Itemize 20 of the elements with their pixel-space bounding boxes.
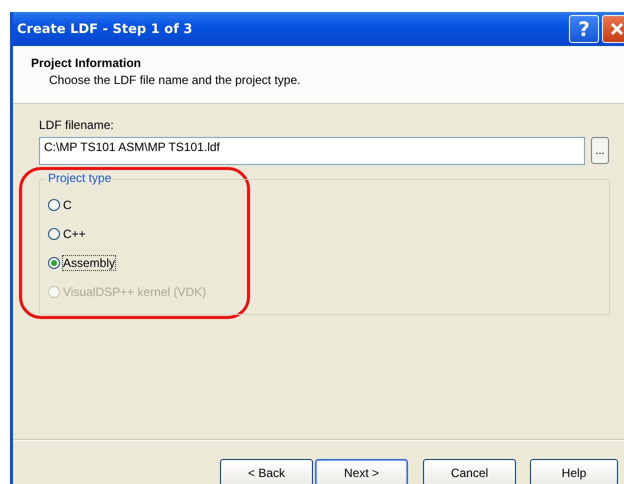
filename-field[interactable]: C:\MP TS101 ASM\MP TS101.ldf	[39, 137, 585, 165]
option-label[interactable]: Assembly	[63, 256, 116, 270]
option-label[interactable]: C++	[63, 227, 86, 241]
page-title: Project Information	[31, 56, 142, 70]
close-button[interactable]	[602, 15, 624, 43]
option-label[interactable]: C	[63, 198, 72, 212]
group-label: Project type	[46, 171, 114, 185]
browse-button[interactable]: ...	[591, 137, 609, 164]
help-button[interactable]: ?	[569, 15, 599, 43]
dialog-button[interactable]: Help	[530, 459, 618, 484]
radio-button[interactable]	[48, 257, 60, 269]
dialog-button[interactable]: Next >	[315, 459, 408, 484]
close-icon	[610, 22, 624, 36]
dialog-button[interactable]: Cancel	[423, 459, 516, 484]
field-label: LDF filename:	[39, 118, 115, 132]
window-title: Create LDF - Step 1 of 3	[17, 22, 192, 36]
page-description: Choose the LDF file name and the project type.	[49, 73, 302, 87]
radio-button[interactable]	[48, 228, 60, 240]
dialog-button[interactable]: < Back	[220, 459, 313, 484]
radio-button[interactable]	[48, 199, 60, 211]
